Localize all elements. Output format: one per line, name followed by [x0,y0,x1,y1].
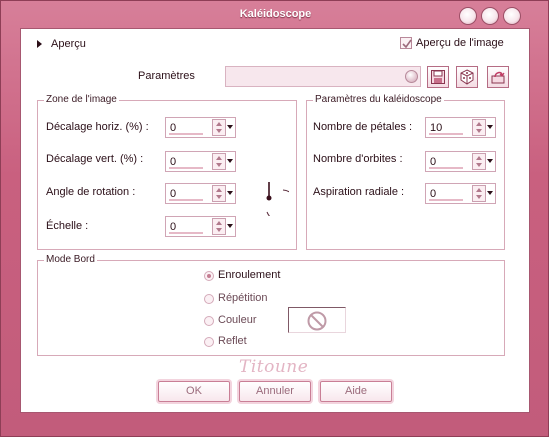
chevron-down-icon[interactable] [487,191,493,195]
radio-color-label[interactable]: Couleur [218,314,257,326]
v-offset-stepper[interactable] [212,153,226,170]
dialog-window: Kaléidoscope Aperçu Aperçu de l'image Pa… [0,0,549,437]
presets-label: Paramètres [138,70,195,82]
radio-wrap[interactable] [204,271,214,281]
rotation-dial-icon[interactable] [249,176,289,216]
help-button[interactable]: Aide [320,381,392,402]
scale-slider[interactable] [169,232,203,234]
no-color-icon [307,311,327,331]
image-zone-title: Zone de l'image [44,94,119,105]
watermark-text: Titoune [239,357,309,377]
radial-suction-label: Aspiration radiale : [313,186,405,198]
title-bar[interactable]: Kaléidoscope [1,1,549,27]
chevron-down-icon[interactable] [227,191,233,195]
petals-stepper[interactable] [472,119,486,136]
radio-reflect-label[interactable]: Reflet [218,335,247,347]
edge-mode-title: Mode Bord [44,254,97,265]
orbits-stepper[interactable] [472,153,486,170]
scale-label: Échelle : [46,220,89,232]
rotation-slider[interactable] [169,199,203,201]
dialog-body: Aperçu Aperçu de l'image Paramètres Zone… [20,28,530,413]
scale-input[interactable]: 0 [165,216,236,237]
h-offset-stepper[interactable] [212,119,226,136]
save-preset-button[interactable] [427,66,449,88]
chevron-down-icon[interactable] [487,125,493,129]
ok-button[interactable]: OK [158,381,230,402]
radio-repeat[interactable] [204,294,214,304]
close-icon[interactable] [503,7,521,25]
preview-checkbox[interactable] [400,37,412,49]
petals-label: Nombre de pétales : [313,121,413,133]
v-offset-input[interactable]: 0 [165,151,236,172]
orbits-slider[interactable] [429,167,463,169]
radio-wrap-label[interactable]: Enroulement [218,269,280,281]
minimize-icon[interactable] [459,7,477,25]
radio-reflect[interactable] [204,337,214,347]
save-preset-icon [431,70,445,84]
color-swatch[interactable] [288,307,346,333]
expand-arrow-icon[interactable] [37,40,42,48]
petals-slider[interactable] [429,133,463,135]
check-icon [402,39,412,49]
presets-dropdown[interactable] [225,66,421,87]
maximize-icon[interactable] [481,7,499,25]
orbits-label: Nombre d'orbites : [313,153,403,165]
chevron-down-icon[interactable] [227,125,233,129]
rotation-input[interactable]: 0 [165,183,236,204]
radial-suction-input[interactable]: 0 [425,183,496,204]
kaleido-title: Paramètres du kaléidoscope [313,94,444,105]
chevron-down-icon[interactable] [227,224,233,228]
reset-icon [491,71,505,84]
radial-suction-stepper[interactable] [472,185,486,202]
kaleido-group: Paramètres du kaléidoscope Nombre de pét… [306,94,505,250]
chevron-down-icon[interactable] [227,159,233,163]
random-dice-icon [460,69,474,85]
h-offset-label: Décalage horiz. (%) : [46,121,149,133]
petals-input[interactable]: 10 [425,117,496,138]
v-offset-slider[interactable] [169,167,203,169]
preview-label[interactable]: Aperçu [51,38,86,50]
cancel-button[interactable]: Annuler [239,381,311,402]
reset-button[interactable] [487,66,509,88]
chevron-down-icon[interactable] [487,159,493,163]
image-zone-group: Zone de l'image Décalage horiz. (%) : 0 … [37,94,297,250]
orbits-input[interactable]: 0 [425,151,496,172]
scale-stepper[interactable] [212,218,226,235]
random-button[interactable] [456,66,478,88]
h-offset-input[interactable]: 0 [165,117,236,138]
rotation-label: Angle de rotation : [46,186,136,198]
radial-suction-slider[interactable] [429,199,463,201]
dropdown-knob-icon[interactable] [405,70,418,83]
radio-repeat-label[interactable]: Répétition [218,292,268,304]
v-offset-label: Décalage vert. (%) : [46,153,144,165]
preview-checkbox-label: Aperçu de l'image [416,37,504,49]
radio-color[interactable] [204,316,214,326]
h-offset-slider[interactable] [169,133,203,135]
rotation-stepper[interactable] [212,185,226,202]
